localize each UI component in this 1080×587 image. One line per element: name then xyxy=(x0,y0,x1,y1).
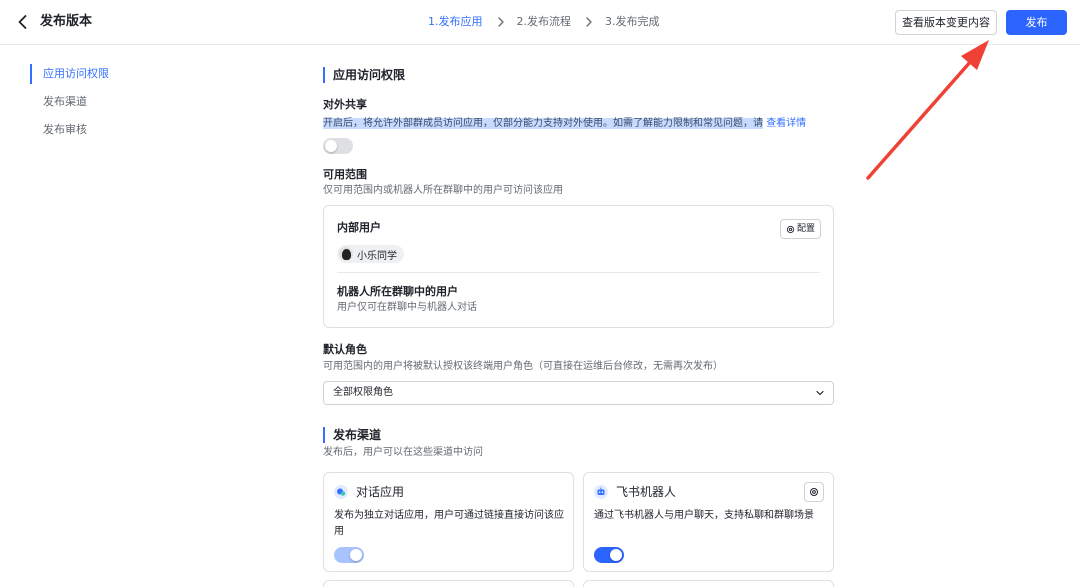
default-role-desc: 可用范围内的用户将被默认授权该终端用户角色（可直接在运维后台修改，无需再次发布） xyxy=(323,361,723,372)
chevron-down-icon xyxy=(816,390,824,396)
section-title-channels: 发布渠道 xyxy=(323,427,381,443)
channel-card-chat-app[interactable]: 对话应用 发布为独立对话应用，用户可通过链接直接访问该应用 xyxy=(323,472,574,572)
chat-app-icon xyxy=(334,485,348,499)
gear-icon xyxy=(810,488,818,496)
divider xyxy=(337,272,820,273)
scope-label: 可用范围 xyxy=(323,168,367,181)
external-share-desc-text: 开启后，将允许外部群成员访问应用，仅部分能力支持对外使用。如需了解能力限制和常见… xyxy=(323,118,763,129)
default-role-label: 默认角色 xyxy=(323,343,367,356)
channel-title: 飞书机器人 xyxy=(616,485,677,499)
default-role-selected: 全部权限角色 xyxy=(333,387,393,398)
top-header: 发布版本 1.发布应用 2.发布流程 3.发布完成 查看版本变更内容 发布 xyxy=(0,0,1080,45)
bot-users-label: 机器人所在群聊中的用户 xyxy=(337,285,458,298)
avatar xyxy=(339,247,353,261)
publish-steps: 1.发布应用 2.发布流程 3.发布完成 xyxy=(428,14,660,30)
channel-card-partial[interactable] xyxy=(323,580,574,587)
external-share-toggle[interactable] xyxy=(323,138,353,154)
section-title-access: 应用访问权限 xyxy=(323,67,405,83)
step-publish-app: 1.发布应用 xyxy=(428,15,483,28)
config-button-label: 配置 xyxy=(796,224,815,234)
feishu-bot-toggle[interactable] xyxy=(594,547,624,563)
channels-desc: 发布后，用户可以在这些渠道中访问 xyxy=(323,447,483,458)
sidebar-item-review[interactable]: 发布审核 xyxy=(30,120,290,140)
step-publish-flow: 2.发布流程 xyxy=(516,15,572,28)
external-share-label: 对外共享 xyxy=(323,98,367,111)
gear-icon xyxy=(786,225,795,233)
toggle-knob xyxy=(325,140,337,152)
view-changes-button[interactable]: 查看版本变更内容 xyxy=(895,10,997,35)
config-button[interactable]: 配置 xyxy=(780,219,821,239)
chat-app-toggle[interactable] xyxy=(334,547,364,563)
scope-desc: 仅可用范围内或机器人所在群聊中的用户可访问该应用 xyxy=(323,185,563,196)
scope-card: 内部用户 配置 小乐同学 机器人所在群聊中的用户 用户仅可在群聊中与机器人对话 xyxy=(323,205,834,328)
step-publish-done: 3.发布完成 xyxy=(605,15,660,28)
external-share-desc: 开启后，将允许外部群成员访问应用，仅部分能力支持对外使用。如需了解能力限制和常见… xyxy=(323,116,806,131)
internal-users-label: 内部用户 xyxy=(337,221,381,234)
channel-desc: 通过飞书机器人与用户聊天，支持私聊和群聊场景 xyxy=(594,510,814,521)
sidebar-item-channels[interactable]: 发布渠道 xyxy=(30,92,290,112)
default-role-select[interactable]: 全部权限角色 xyxy=(323,381,834,405)
view-details-link[interactable]: 查看详情 xyxy=(766,118,806,129)
toggle-knob xyxy=(350,549,362,561)
channel-desc: 发布为独立对话应用，用户可通过链接直接访问该应用 xyxy=(334,510,564,537)
publish-button[interactable]: 发布 xyxy=(1006,10,1067,35)
bot-users-desc: 用户仅可在群聊中与机器人对话 xyxy=(337,302,477,313)
channel-card-feishu-bot[interactable]: 飞书机器人 通过飞书机器人与用户聊天，支持私聊和群聊场景 xyxy=(583,472,834,572)
chevron-right-icon xyxy=(497,17,504,27)
robot-icon xyxy=(594,485,608,499)
user-chip[interactable]: 小乐同学 xyxy=(337,245,404,263)
channel-title: 对话应用 xyxy=(356,485,405,499)
sidebar-item-access[interactable]: 应用访问权限 xyxy=(30,64,290,84)
user-chip-name: 小乐同学 xyxy=(357,250,397,262)
page-title: 发布版本 xyxy=(40,14,93,29)
back-chevron-left-icon[interactable] xyxy=(14,13,32,31)
chevron-right-icon xyxy=(586,17,592,27)
toggle-knob xyxy=(610,549,622,561)
bot-settings-button[interactable] xyxy=(804,482,824,502)
channel-card-partial[interactable] xyxy=(583,580,834,587)
